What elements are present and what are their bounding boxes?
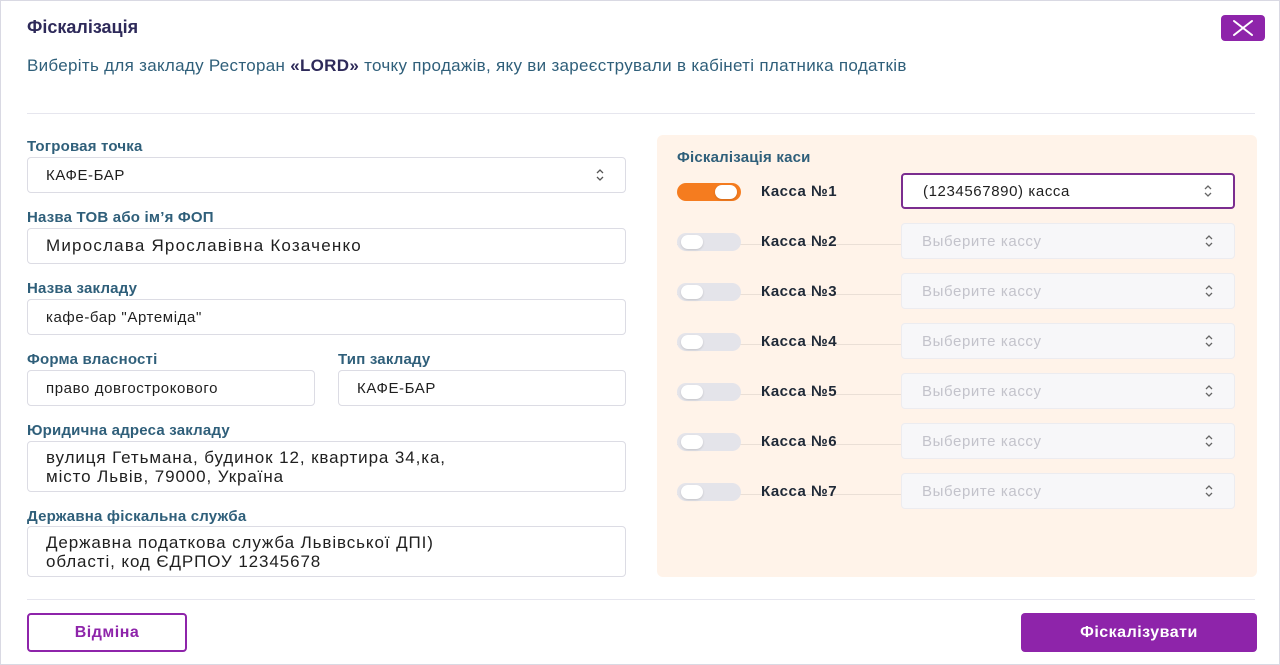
register-row: Касса №7 Выберите кассу [677, 473, 1235, 531]
register-select-placeholder: Выберите кассу [922, 282, 1042, 300]
register-select-placeholder: Выберите кассу [922, 482, 1042, 500]
owner-name-field[interactable]: Мирослава Ярославівна Козаченко [27, 228, 626, 264]
toggle-knob [681, 485, 703, 499]
toggle-knob [681, 385, 703, 399]
register-select[interactable]: Выберите кассу [901, 273, 1235, 309]
register-label: Касса №6 [761, 433, 838, 450]
trade-point-value: КАФЕ-БАР [46, 166, 125, 184]
venue-name-label: Назва закладу [27, 280, 138, 297]
register-select-value: (1234567890) касса [923, 182, 1070, 200]
register-select[interactable]: Выберите кассу [901, 473, 1235, 509]
register-toggle[interactable] [677, 333, 741, 351]
chevron-up-down-icon [1204, 185, 1212, 197]
subtitle-text-end: точку продажів, яку ви зареєстрували в к… [359, 56, 907, 75]
toggle-knob [715, 185, 737, 199]
legal-address-field[interactable]: вулиця Гетьмана, будинок 12, квартира 34… [27, 441, 626, 492]
close-icon [1233, 20, 1253, 36]
register-label: Касса №1 [761, 183, 838, 200]
register-toggle[interactable] [677, 283, 741, 301]
chevron-up-down-icon [1205, 235, 1213, 247]
fiscal-service-label: Державна фіскальна служба [27, 508, 247, 525]
owner-name-value: Мирослава Ярославівна Козаченко [46, 236, 362, 255]
register-toggle[interactable] [677, 483, 741, 501]
register-select[interactable]: (1234567890) касса [901, 173, 1235, 209]
header-divider [27, 113, 1255, 114]
ownership-value: право довгострокового [46, 379, 219, 397]
trade-point-select[interactable]: КАФЕ-БАР [27, 157, 626, 193]
venue-type-field[interactable]: КАФЕ-БАР [338, 370, 626, 406]
subtitle-venue-name: «LORD» [290, 56, 360, 75]
venue-name-field[interactable]: кафе-бар "Артеміда" [27, 299, 626, 335]
ownership-label: Форма власності [27, 351, 158, 368]
register-label: Касса №5 [761, 383, 838, 400]
footer-divider [27, 599, 1255, 600]
register-toggle[interactable] [677, 183, 741, 201]
register-select[interactable]: Выберите кассу [901, 223, 1235, 259]
chevron-up-down-icon [1205, 335, 1213, 347]
toggle-knob [681, 235, 703, 249]
trade-point-label: Тогровая точка [27, 138, 143, 155]
modal-subtitle: Виберіть для закладу Ресторан «LORD» точ… [27, 55, 1227, 77]
owner-name-label: Назва ТОВ або ім’я ФОП [27, 209, 214, 226]
register-label: Касса №2 [761, 233, 838, 250]
register-select[interactable]: Выберите кассу [901, 373, 1235, 409]
fiscal-service-value: Державна податкова служба Львівської ДПІ… [46, 533, 434, 571]
venue-type-label: Тип закладу [338, 351, 431, 368]
chevron-up-down-icon [1205, 385, 1213, 397]
register-select-placeholder: Выберите кассу [922, 232, 1042, 250]
toggle-knob [681, 335, 703, 349]
register-label: Касса №3 [761, 283, 838, 300]
legal-address-label: Юридична адреса закладу [27, 422, 230, 439]
fiscal-registers-title: Фіскалізація каси [677, 149, 811, 166]
cancel-button[interactable]: Відміна [27, 613, 187, 652]
register-select-placeholder: Выберите кассу [922, 382, 1042, 400]
register-toggle[interactable] [677, 233, 741, 251]
fiscalize-button[interactable]: Фіскалізувати [1021, 613, 1257, 652]
chevron-up-down-icon [596, 169, 604, 181]
subtitle-text: Виберіть для закладу Ресторан [27, 56, 291, 75]
venue-name-value: кафе-бар "Артеміда" [46, 308, 202, 326]
chevron-up-down-icon [1205, 485, 1213, 497]
legal-address-value: вулиця Гетьмана, будинок 12, квартира 34… [46, 448, 446, 486]
register-toggle[interactable] [677, 383, 741, 401]
register-select[interactable]: Выберите кассу [901, 323, 1235, 359]
toggle-knob [681, 435, 703, 449]
register-label: Касса №7 [761, 483, 838, 500]
register-select-placeholder: Выберите кассу [922, 432, 1042, 450]
register-select-placeholder: Выберите кассу [922, 332, 1042, 350]
register-toggle[interactable] [677, 433, 741, 451]
modal-title: Фіскалізація [27, 17, 139, 37]
venue-type-value: КАФЕ-БАР [357, 379, 436, 397]
fiscal-service-field[interactable]: Державна податкова служба Львівської ДПІ… [27, 526, 626, 577]
chevron-up-down-icon [1205, 435, 1213, 447]
chevron-up-down-icon [1205, 285, 1213, 297]
fiscalization-modal: Фіскалізація Виберіть для закладу Рестор… [0, 0, 1280, 665]
toggle-knob [681, 285, 703, 299]
ownership-field[interactable]: право довгострокового [27, 370, 315, 406]
fiscal-registers-panel: Фіскалізація каси Касса №1 (1234567890) к… [657, 135, 1257, 577]
register-label: Касса №4 [761, 333, 838, 350]
close-button[interactable] [1221, 15, 1265, 41]
register-select[interactable]: Выберите кассу [901, 423, 1235, 459]
